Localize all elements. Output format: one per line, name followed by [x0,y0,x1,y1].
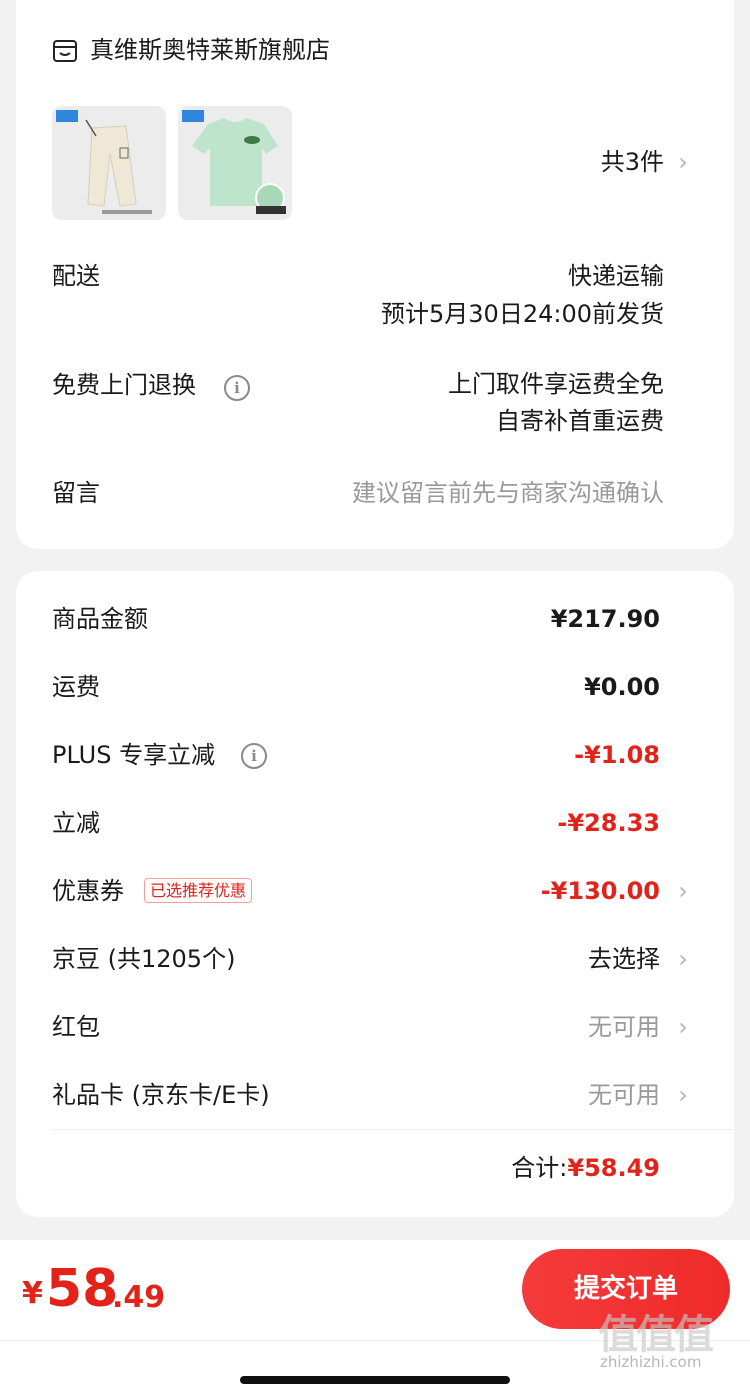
shop-icon [53,40,77,62]
pay-currency: ¥ [22,1276,43,1311]
watermark-logo: 值值值 [598,1311,714,1358]
free-return-label: 免费上门退换 [52,371,196,399]
total-label: 合计: [511,1154,568,1182]
shop-name[interactable]: 真维斯奥特莱斯旗舰店 [90,33,330,67]
shop-card: 真维斯奥特莱斯旗舰店 共3件 › 配送 快递运输 预计5月30日24:00前发货… [16,0,734,549]
shipping-value: ¥0.00 [584,673,660,701]
watermark-url: zhizhizhi.com [600,1353,702,1371]
goods-amount-value: ¥217.90 [550,605,660,633]
home-indicator [240,1376,510,1384]
plus-discount-info-icon[interactable]: i [241,743,267,769]
plus-discount-label: PLUS 专享立减 [52,741,216,769]
jingdou-value[interactable]: 去选择 [588,942,660,976]
coupon-value[interactable]: -¥130.00 [541,874,660,908]
gift-card-chevron-icon[interactable]: › [674,1080,692,1110]
gift-card-value[interactable]: 无可用 [588,1078,660,1112]
item-count-chevron-icon[interactable]: › [674,147,692,177]
free-return-value-2: 自寄补首重运费 [496,407,664,435]
coupon-recommended-badge: 已选推荐优惠 [144,878,253,903]
red-packet-label: 红包 [52,1013,100,1041]
pay-amount-decimal: .49 [112,1280,166,1315]
delivery-label: 配送 [52,262,100,290]
coupon-label: 优惠券 [52,877,124,905]
message-input[interactable]: 建议留言前先与商家沟通确认 [352,476,664,510]
tshirt-image [178,106,292,220]
free-return-value-1: 上门取件享运费全免 [448,370,664,398]
instant-discount-value: -¥28.33 [557,809,660,837]
bottom-action-bar: ¥ 58 .49 提交订单 值值值 zhizhizhi.com [0,1240,750,1385]
shipping-label: 运费 [52,673,100,701]
divider [52,1129,734,1130]
jingdou-label: 京豆 (共1205个) [52,945,236,973]
red-packet-value[interactable]: 无可用 [588,1010,660,1044]
total-row: 合计:¥58.49 [511,1151,660,1185]
red-packet-chevron-icon[interactable]: › [674,1012,692,1042]
item-count[interactable]: 共3件 [601,145,664,179]
product-thumbnail-tshirt[interactable] [178,106,292,220]
product-thumbnail-pants[interactable] [52,106,166,220]
delivery-method[interactable]: 快递运输 [568,259,664,293]
instant-discount-label: 立减 [52,809,100,837]
coupon-chevron-icon[interactable]: › [674,876,692,906]
pay-amount-integer: 58 [46,1259,119,1319]
total-value: ¥58.49 [567,1154,660,1182]
message-label: 留言 [52,479,100,507]
free-return-info-icon[interactable]: i [224,375,250,401]
jingdou-chevron-icon[interactable]: › [674,944,692,974]
pants-image [52,106,166,220]
delivery-estimate: 预计5月30日24:00前发货 [381,300,664,328]
plus-discount-value: -¥1.08 [574,741,660,769]
gift-card-label: 礼品卡 (京东卡/E卡) [52,1081,270,1109]
price-card: 商品金额 ¥217.90 运费 ¥0.00 PLUS 专享立减 i -¥1.08… [16,571,734,1217]
goods-amount-label: 商品金额 [52,605,148,633]
